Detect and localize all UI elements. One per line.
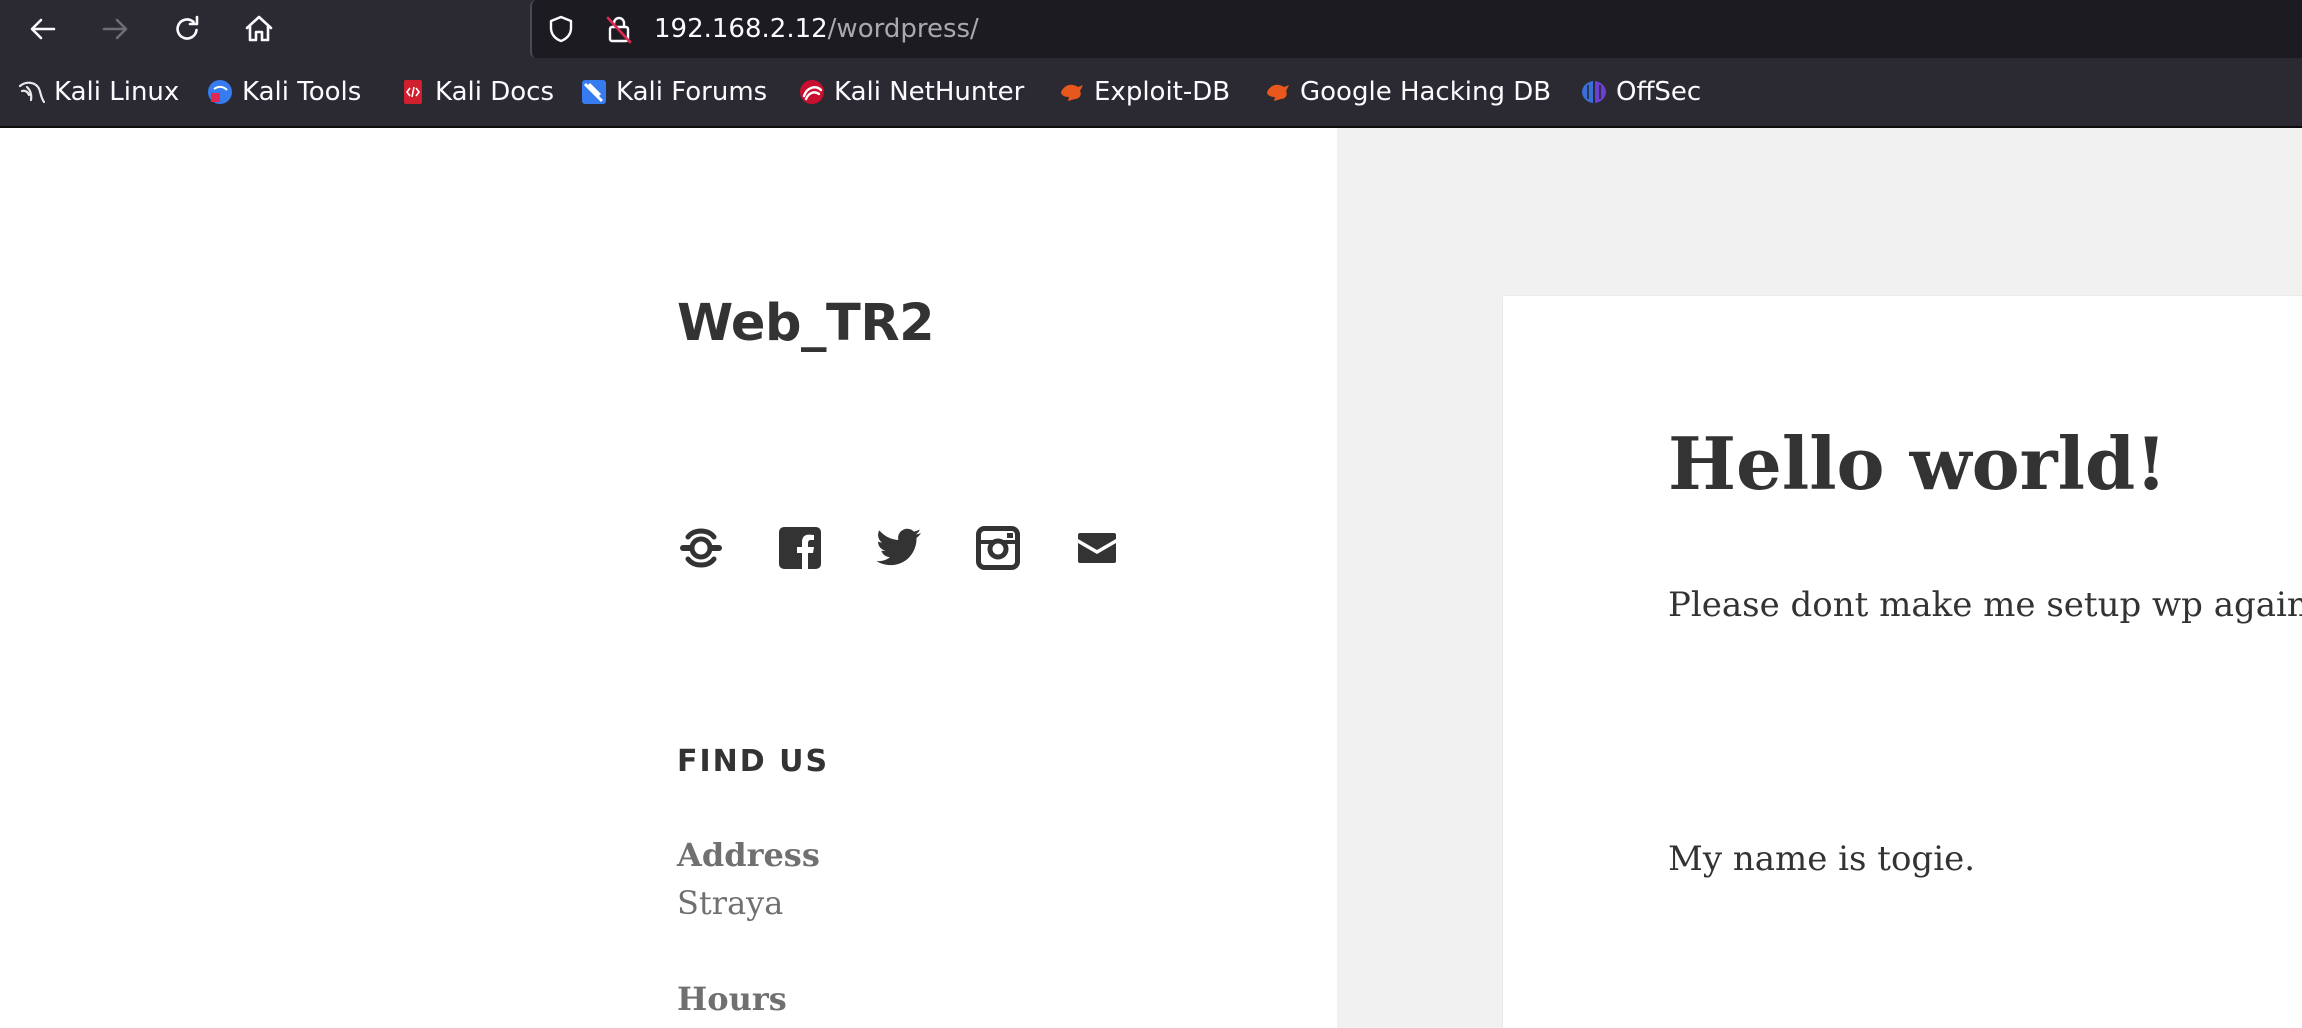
hours-label: Hours bbox=[677, 980, 787, 1018]
url-host: 192.168.2.12 bbox=[654, 14, 828, 44]
url-path: /wordpress/ bbox=[827, 14, 979, 44]
exploit-db-icon bbox=[1061, 84, 1083, 101]
bookmark-label: Exploit-DB bbox=[1094, 77, 1231, 107]
email-link[interactable] bbox=[1073, 524, 1121, 572]
bookmark-label: OffSec bbox=[1616, 77, 1702, 107]
address-label: Address bbox=[677, 836, 820, 874]
kali-docs-icon bbox=[404, 80, 422, 104]
bookmark-label: Kali Forums bbox=[616, 77, 768, 107]
bookmark-label: Kali Tools bbox=[242, 77, 362, 107]
twitter-link[interactable] bbox=[875, 524, 923, 572]
bookmark-label: Kali Linux bbox=[54, 77, 180, 107]
reload-button[interactable] bbox=[166, 8, 208, 50]
bookmark-kali-tools[interactable]: Kali Tools bbox=[206, 58, 361, 126]
bookmark-google-hacking-db[interactable]: Google Hacking DB bbox=[1264, 58, 1551, 126]
kali-tools-icon bbox=[208, 80, 232, 104]
instagram-link[interactable] bbox=[974, 524, 1022, 572]
home-icon bbox=[245, 15, 273, 42]
bookmark-label: Google Hacking DB bbox=[1300, 77, 1552, 107]
post-title[interactable]: Hello world! bbox=[1668, 416, 2167, 512]
email-icon bbox=[1078, 533, 1116, 563]
facebook-icon bbox=[779, 527, 821, 569]
browser-toolbar: 192.168.2.12/wordpress/ bbox=[0, 0, 2302, 58]
back-arrow-icon bbox=[30, 18, 56, 40]
offsec-icon bbox=[1582, 81, 1606, 103]
forward-arrow-icon bbox=[102, 18, 128, 40]
bookmark-label: Kali Docs bbox=[435, 77, 555, 107]
google-hacking-db-icon bbox=[1267, 84, 1289, 101]
site-sidebar: Web_TR2 FIND US Address Straya Hours bbox=[0, 128, 1337, 1028]
bookmark-kali-docs[interactable]: Kali Docs bbox=[399, 58, 554, 126]
post-paragraph: Please dont make me setup wp again bbox=[1668, 585, 2302, 625]
insecure-lock-icon[interactable] bbox=[604, 14, 634, 44]
forward-button[interactable] bbox=[94, 8, 136, 50]
reload-icon bbox=[176, 15, 199, 40]
post-article: Hello world! Please dont make me setup w… bbox=[1503, 296, 2302, 1028]
shield-icon[interactable] bbox=[546, 14, 576, 44]
kali-dragon-icon bbox=[18, 81, 46, 104]
bookmark-kali-nethunter[interactable]: Kali NetHunter bbox=[798, 58, 1024, 126]
yelp-link[interactable] bbox=[677, 524, 725, 572]
facebook-link[interactable] bbox=[776, 524, 824, 572]
address-value: Straya bbox=[677, 884, 784, 922]
kali-nethunter-icon bbox=[800, 80, 824, 104]
post-paragraph: My name is togie. bbox=[1668, 839, 1975, 879]
bookmark-offsec[interactable]: OffSec bbox=[1580, 58, 1701, 126]
bookmarks-toolbar: Kali Linux Kali Tools Kali Docs Kali For… bbox=[0, 58, 2302, 128]
instagram-icon bbox=[976, 526, 1020, 570]
url-text[interactable]: 192.168.2.12/wordpress/ bbox=[654, 12, 979, 46]
twitter-icon bbox=[876, 528, 921, 566]
bookmark-kali-linux[interactable]: Kali Linux bbox=[18, 58, 179, 126]
bookmark-exploit-db[interactable]: Exploit-DB bbox=[1058, 58, 1230, 126]
yelp-icon bbox=[680, 528, 722, 568]
home-button[interactable] bbox=[238, 8, 280, 50]
bookmark-label: Kali NetHunter bbox=[834, 77, 1025, 107]
site-title[interactable]: Web_TR2 bbox=[677, 294, 935, 354]
bookmark-kali-forums[interactable]: Kali Forums bbox=[580, 58, 767, 126]
web-page: Web_TR2 FIND US Address Straya Hours Hel… bbox=[0, 128, 2302, 1028]
back-button[interactable] bbox=[22, 8, 64, 50]
kali-forums-icon bbox=[582, 80, 606, 104]
widget-title: FIND US bbox=[677, 744, 830, 779]
url-bar[interactable]: 192.168.2.12/wordpress/ bbox=[530, 0, 2302, 58]
